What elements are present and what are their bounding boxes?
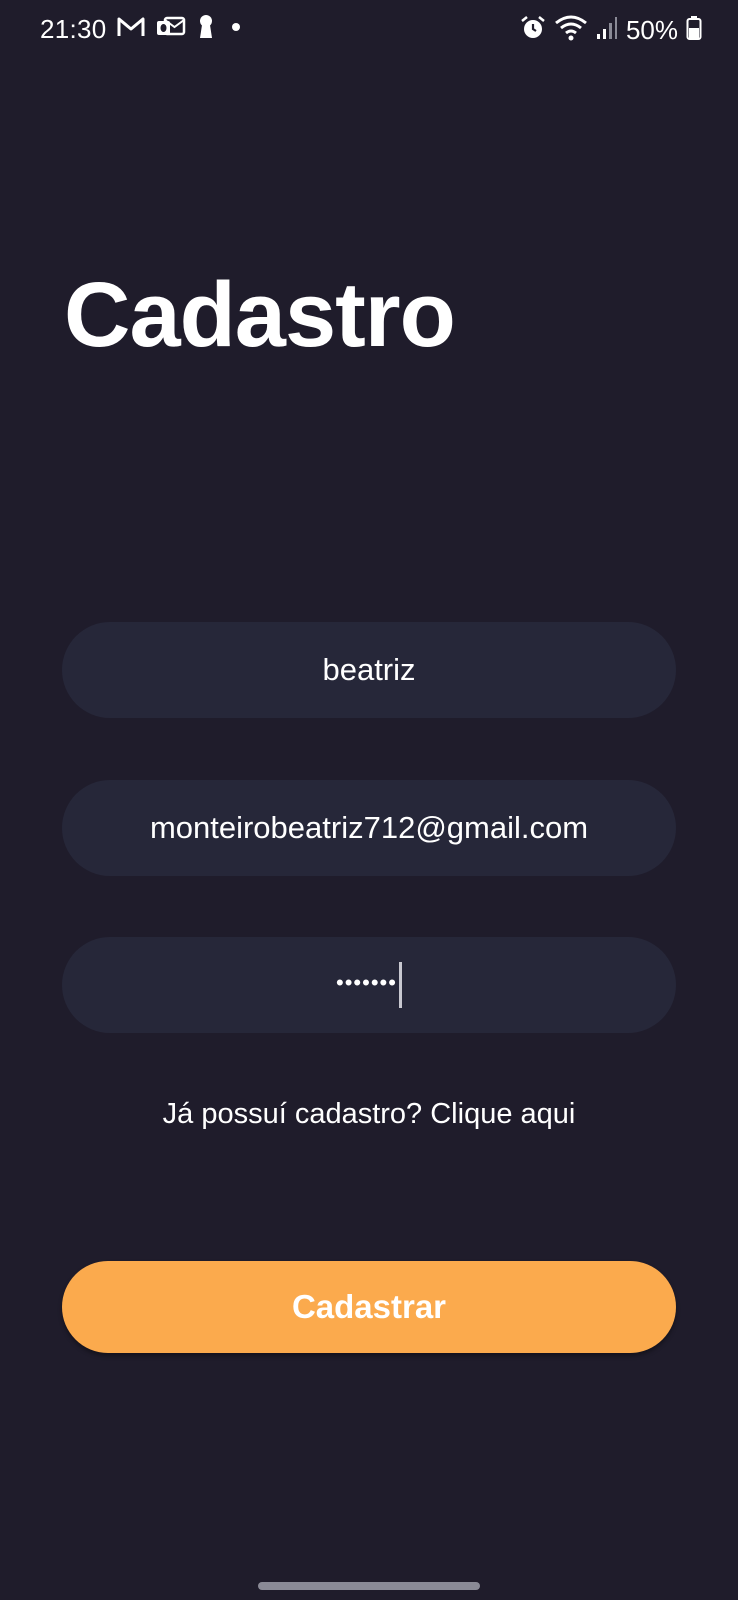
notification-icons <box>116 14 246 44</box>
keyhole-icon <box>196 13 216 46</box>
dot-icon <box>226 17 246 42</box>
system-icons: 50% <box>520 14 702 46</box>
login-link[interactable]: Já possuí cadastro? Clique aqui <box>0 1098 738 1131</box>
register-button[interactable]: Cadastrar <box>62 1261 676 1353</box>
outlook-icon <box>156 14 186 45</box>
page-title: Cadastro <box>64 264 456 366</box>
name-field-value: beatriz <box>322 652 416 687</box>
wifi-icon <box>554 14 588 47</box>
status-bar: 21:30 50% <box>0 0 738 62</box>
gmail-icon <box>116 15 146 44</box>
battery-icon <box>686 15 702 46</box>
text-cursor <box>398 962 402 1008</box>
email-field-value: monteirobeatriz712@gmail.com <box>149 810 589 845</box>
gesture-navigation-bar[interactable] <box>258 1582 480 1590</box>
name-field[interactable]: beatriz <box>62 622 676 718</box>
password-field[interactable]: ••••••• <box>62 937 676 1033</box>
register-button-label: Cadastrar <box>291 1288 447 1325</box>
password-field-value: ••••••• <box>336 970 397 995</box>
status-time: 21:30 <box>40 14 107 44</box>
signal-icon <box>596 16 618 45</box>
alarm-icon <box>520 15 546 46</box>
battery-level: 50% <box>625 14 678 45</box>
email-field[interactable]: monteirobeatriz712@gmail.com <box>62 780 676 876</box>
